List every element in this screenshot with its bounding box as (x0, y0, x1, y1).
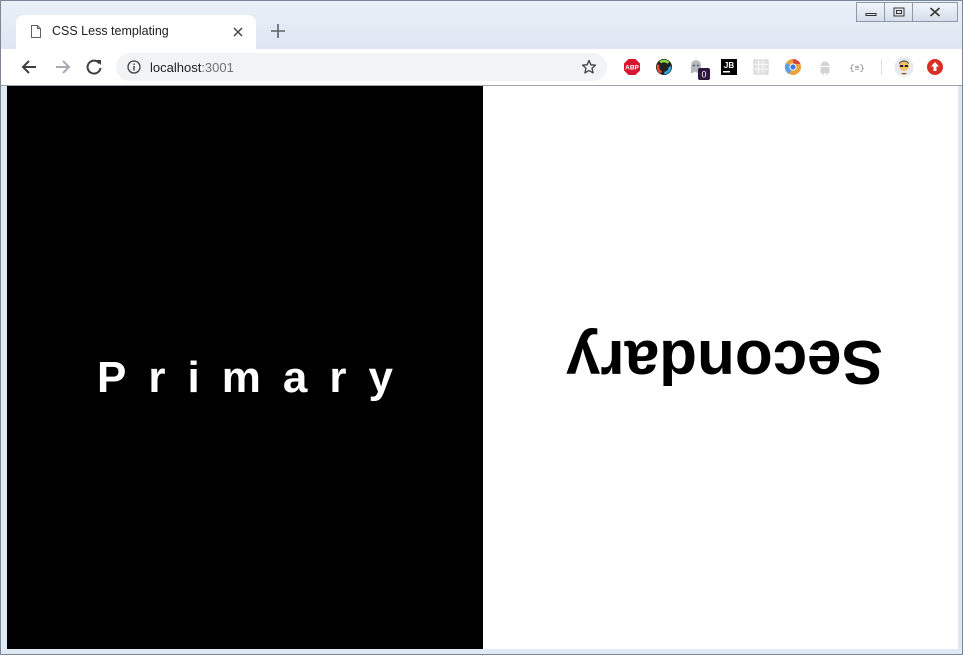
toolbar-separator (881, 59, 882, 75)
reload-button[interactable] (83, 56, 105, 78)
page-viewport: Primary Secondary (7, 86, 958, 649)
secondary-heading: Secondary (565, 327, 884, 396)
close-window-button[interactable] (912, 2, 958, 22)
adblock-plus-label: ABP (625, 65, 639, 72)
primary-heading: Primary (97, 352, 415, 402)
primary-panel: Primary (7, 86, 483, 649)
close-icon (929, 7, 941, 17)
url-port: :3001 (201, 60, 234, 75)
restore-button[interactable] (884, 2, 913, 22)
browser-toolbar: localhost:3001 ABP 0 JB {≡} (1, 49, 962, 86)
ghostery-badge-count: 0 (701, 70, 706, 80)
chrome-dev-icon[interactable] (784, 58, 802, 76)
grid-extension-icon[interactable] (752, 58, 770, 76)
window-bottom-border (1, 649, 962, 654)
tab-title: CSS Less templating (52, 24, 169, 38)
browser-tab[interactable]: CSS Less templating (16, 15, 256, 49)
android-icon[interactable] (816, 58, 834, 76)
title-bar: CSS Less templating (1, 1, 962, 49)
ghostery-badge: 0 (698, 68, 710, 80)
page-icon (31, 25, 41, 38)
info-icon[interactable] (127, 60, 141, 74)
update-icon[interactable] (926, 58, 944, 76)
restore-icon (893, 7, 904, 17)
star-icon[interactable] (581, 59, 597, 75)
jetbrains-label: JB (724, 61, 734, 70)
browser-window: CSS Less templating localhost:3001 ABP 0… (0, 0, 963, 655)
url-text: localhost:3001 (150, 60, 234, 75)
minimize-button[interactable] (856, 2, 885, 22)
url-host: localhost (150, 60, 202, 75)
tab-close-icon[interactable] (230, 24, 246, 40)
new-tab-button[interactable] (268, 21, 288, 41)
jetbrains-icon[interactable]: JB (720, 58, 738, 76)
minimize-icon (865, 13, 876, 16)
profile-avatar-icon[interactable] (894, 57, 914, 77)
json-viewer-icon[interactable]: {≡} (848, 58, 866, 76)
address-bar[interactable]: localhost:3001 (116, 53, 607, 81)
adblock-plus-icon[interactable]: ABP (623, 58, 641, 76)
json-viewer-label: {≡} (849, 64, 864, 74)
forward-button[interactable] (51, 56, 73, 78)
back-button[interactable] (19, 56, 41, 78)
color-wheel-icon[interactable] (655, 58, 673, 76)
secondary-panel: Secondary (483, 86, 958, 649)
window-controls (856, 2, 958, 22)
